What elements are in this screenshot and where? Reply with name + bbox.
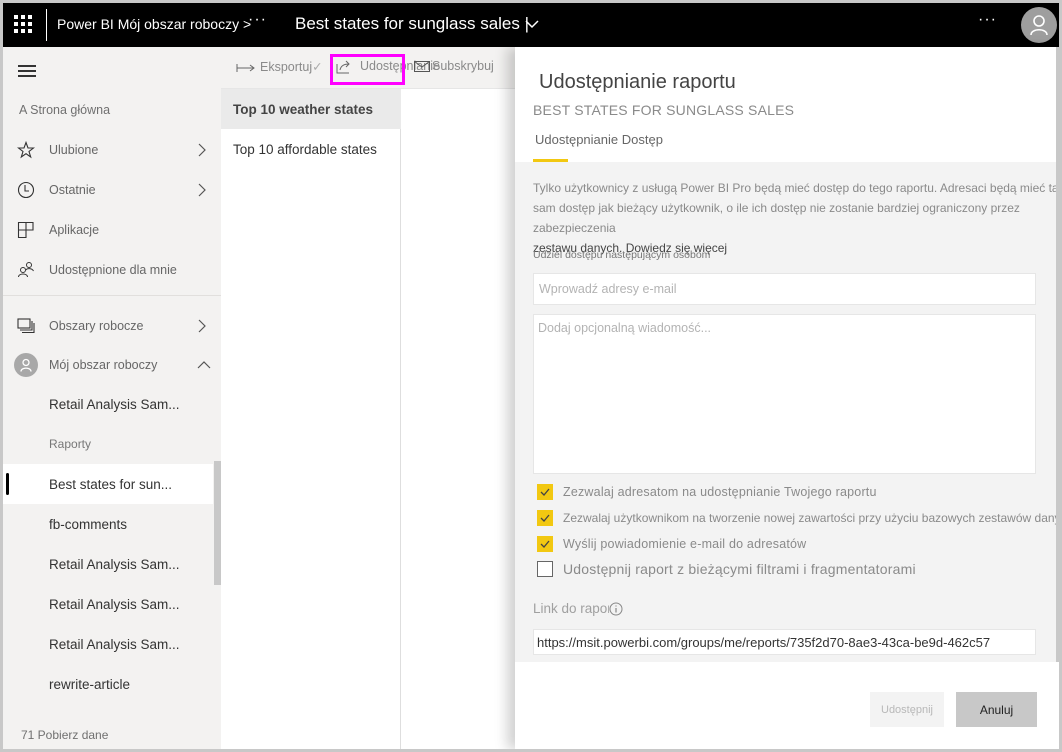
- sidebar: A Strona główna Ulubione Ostatnie Aplika…: [3, 47, 221, 749]
- dialog-tabs[interactable]: Udostępnianie Dostęp: [535, 132, 663, 147]
- checkmark-icon: [540, 488, 550, 496]
- checkbox-send-email[interactable]: Wyślij powiadomienie e-mail do adresatów: [537, 536, 806, 552]
- top-bar: Power BI Mój obszar roboczy > ··· Best s…: [3, 3, 1059, 47]
- dialog-body: Tylko użytkownicy z usługą Power BI Pro …: [515, 162, 1059, 662]
- workspace-item[interactable]: Retail Analysis Sam...: [3, 624, 213, 664]
- sidebar-item-label: Ostatnie: [49, 183, 96, 197]
- access-info-text: Tylko użytkownicy z usługą Power BI Pro …: [533, 181, 1059, 255]
- sidebar-item-shared-with-me[interactable]: Udostępnione dla mnie: [3, 251, 221, 289]
- sidebar-item-apps[interactable]: Aplikacje: [3, 211, 221, 249]
- sidebar-item-label: Mój obszar roboczy: [49, 358, 158, 372]
- apps-icon: [17, 221, 35, 239]
- workspace-item[interactable]: fb-comments: [3, 504, 213, 544]
- dialog-title: Udostępnianie raportu: [539, 71, 736, 93]
- sidebar-item-label: Obszary robocze: [49, 319, 144, 333]
- sidebar-item-label: Aplikacje: [49, 223, 100, 237]
- checkbox-unchecked[interactable]: [537, 561, 553, 577]
- grant-access-label: Udziel dostępu następującym osobom: [533, 249, 711, 261]
- chevron-down-icon[interactable]: [523, 15, 541, 33]
- breadcrumb-more-button[interactable]: ···: [248, 11, 267, 29]
- workspace-item[interactable]: rewrite-article: [3, 664, 213, 704]
- share-report-dialog: Udostępnianie raportu BEST STATES FOR SU…: [515, 47, 1059, 749]
- checkmark-icon: [540, 540, 550, 548]
- report-pages-pane: Top 10 weather states Top 10 affordable …: [221, 89, 401, 749]
- waffle-icon[interactable]: [13, 14, 33, 34]
- top-divider: [46, 9, 47, 41]
- checkmark-icon: [540, 514, 550, 522]
- export-button[interactable]: Eksportuj✓: [236, 59, 323, 74]
- clock-icon: [17, 181, 35, 199]
- person-icon: [14, 353, 38, 377]
- sidebar-item-workspaces[interactable]: Obszary robocze: [3, 307, 221, 345]
- report-link-field[interactable]: [533, 629, 1036, 655]
- chevron-right-icon: [198, 319, 206, 333]
- person-icon: [1030, 15, 1048, 36]
- power-bi-window: Power BI Mój obszar roboczy > ··· Best s…: [3, 3, 1059, 749]
- report-title: Best states for sunglass sales |: [295, 14, 530, 33]
- checkbox-share-with-filters[interactable]: Udostępnij raport z bieżącymi filtrami i…: [537, 561, 916, 577]
- sidebar-item-label: Udostępnione dla mnie: [49, 263, 177, 277]
- chevron-right-icon: [198, 183, 206, 197]
- checkbox-allow-reshare[interactable]: Zezwalaj adresatom na udostępnianie Twoj…: [537, 484, 877, 500]
- cancel-button[interactable]: Anuluj: [956, 692, 1037, 727]
- email-input[interactable]: [533, 273, 1036, 305]
- sidebar-item-label: Ulubione: [49, 143, 99, 157]
- subscribe-button[interactable]: Subskrybuj: [414, 59, 494, 73]
- info-icon[interactable]: [609, 602, 623, 616]
- share-submit-button[interactable]: Udostępnij: [870, 692, 944, 727]
- dialog-subtitle: BEST STATES FOR SUNGLASS SALES: [533, 102, 795, 118]
- get-data-link[interactable]: 71 Pobierz dane: [21, 728, 108, 742]
- hamburger-menu-icon[interactable]: [18, 65, 36, 79]
- section-label-reports: Raporty: [49, 437, 92, 451]
- workspace-item[interactable]: Retail Analysis Sam...: [3, 544, 213, 584]
- workspaces-icon: [17, 317, 35, 335]
- dialog-scrollbar[interactable]: [1056, 47, 1059, 662]
- checkbox-allow-build[interactable]: Zezwalaj użytkownikom na tworzenie nowej…: [537, 510, 1059, 526]
- mail-icon: [414, 61, 430, 73]
- sidebar-scrollbar[interactable]: [214, 461, 221, 585]
- workspace-item-active[interactable]: Best states for sun...: [3, 464, 213, 504]
- breadcrumb[interactable]: Power BI Mój obszar roboczy >: [57, 16, 251, 32]
- sidebar-item-my-workspace[interactable]: Mój obszar roboczy: [3, 346, 221, 384]
- more-options-button[interactable]: ···: [978, 11, 997, 29]
- page-tab[interactable]: Top 10 affordable states: [221, 129, 401, 169]
- shared-people-icon: [17, 261, 35, 279]
- message-textarea[interactable]: [533, 314, 1036, 474]
- sidebar-item-home[interactable]: A Strona główna: [19, 103, 110, 117]
- sidebar-divider: [3, 295, 221, 296]
- sidebar-item-favorites[interactable]: Ulubione: [3, 131, 221, 169]
- checkbox-checked[interactable]: [537, 510, 553, 526]
- sidebar-item-recent[interactable]: Ostatnie: [3, 171, 221, 209]
- share-highlight-box: [330, 54, 405, 85]
- report-link-label: Link do raportu: [533, 601, 624, 616]
- chevron-up-icon: [197, 361, 211, 369]
- account-avatar[interactable]: [1021, 7, 1057, 43]
- star-icon: [17, 141, 35, 159]
- page-tab-active[interactable]: Top 10 weather states: [221, 89, 401, 129]
- checkbox-checked[interactable]: [537, 484, 553, 500]
- workspace-item[interactable]: Retail Analysis Sam...: [3, 584, 213, 624]
- export-icon: [236, 63, 255, 72]
- checkbox-checked[interactable]: [537, 536, 553, 552]
- report-canvas: [402, 89, 515, 749]
- workspace-item[interactable]: Retail Analysis Sam...: [3, 384, 213, 424]
- chevron-right-icon: [198, 143, 206, 157]
